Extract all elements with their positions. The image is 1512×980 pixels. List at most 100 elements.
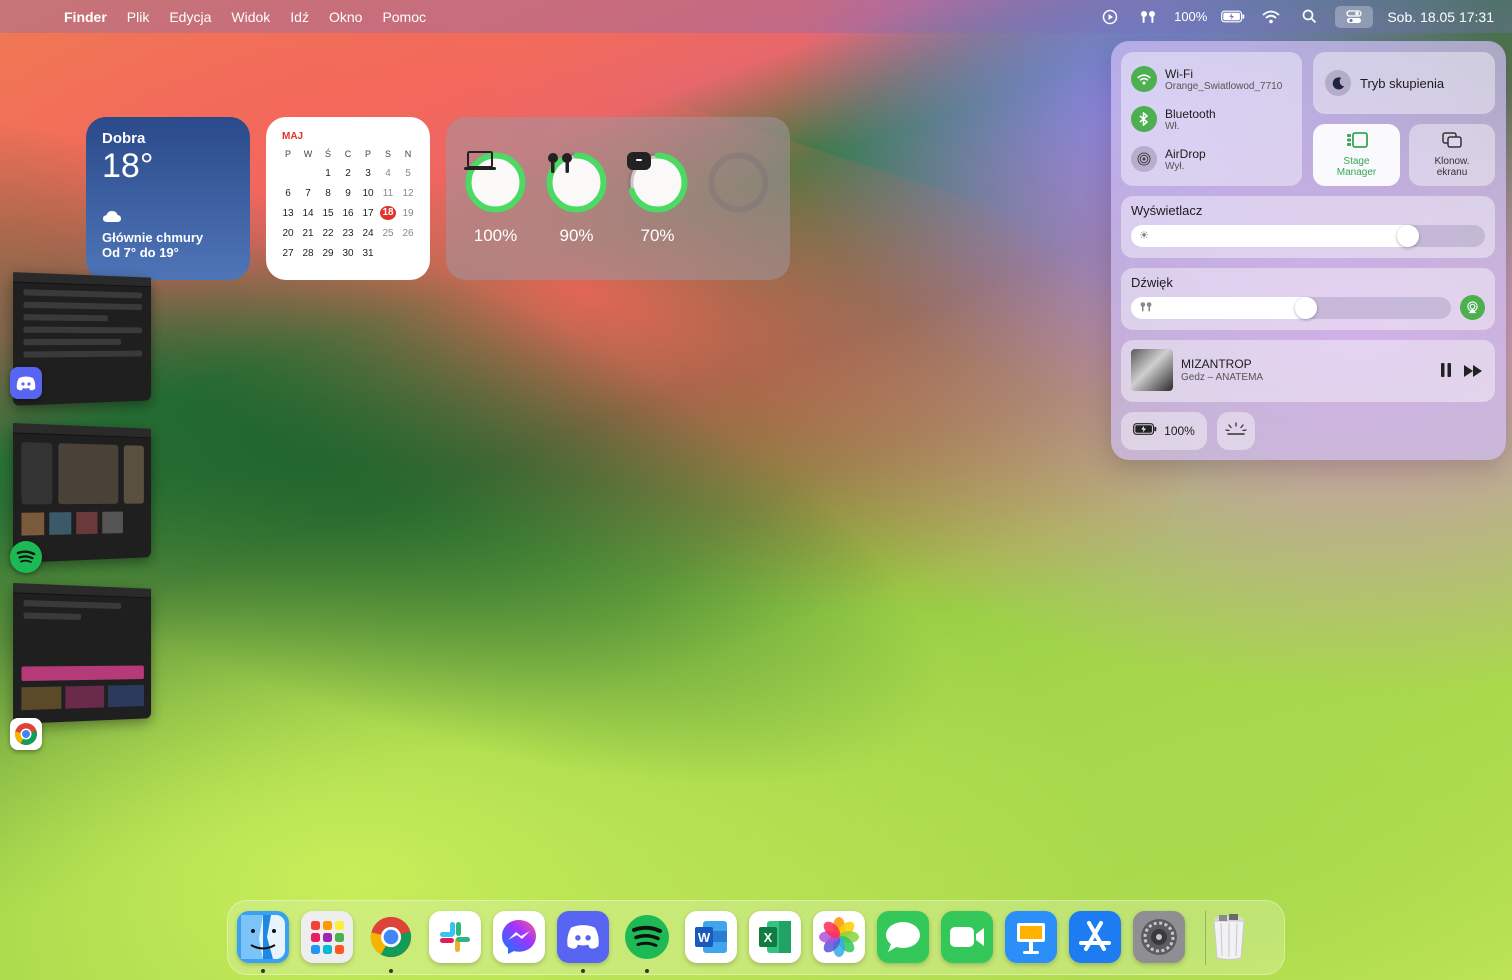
discord-icon[interactable] xyxy=(557,911,609,963)
launchpad-icon[interactable] xyxy=(301,911,353,963)
calendar-day: 14 xyxy=(298,207,318,221)
battery-percent-airpods: 90% xyxy=(559,226,593,246)
calendar-day: 4 xyxy=(378,167,398,181)
calendar-day: 17 xyxy=(358,207,378,221)
calendar-day xyxy=(378,247,398,261)
battery-percent: 100% xyxy=(1174,9,1207,24)
photos-icon[interactable] xyxy=(813,911,865,963)
messenger-icon[interactable] xyxy=(493,911,545,963)
brightness-slider-knob[interactable] xyxy=(1397,225,1419,247)
battery-item-case: 70% xyxy=(626,151,689,246)
spotify-icon[interactable] xyxy=(621,911,673,963)
wifi-title: Wi-Fi xyxy=(1165,67,1282,81)
calendar-day: 3 xyxy=(358,167,378,181)
calendar-day: 20 xyxy=(278,227,298,241)
menu-edit[interactable]: Edycja xyxy=(159,9,221,25)
wifi-icon xyxy=(1131,66,1157,92)
calendar-day: 19 xyxy=(398,207,418,221)
bluetooth-toggle[interactable]: Bluetooth Wł. xyxy=(1131,106,1216,132)
calendar-day: 11 xyxy=(378,187,398,201)
calendar-day: 23 xyxy=(338,227,358,241)
airpods-icon[interactable] xyxy=(1136,6,1160,28)
calendar-day: 12 xyxy=(398,187,418,201)
airplay-audio-button[interactable] xyxy=(1460,295,1485,320)
keyboard-brightness-tile[interactable] xyxy=(1217,412,1255,450)
screen-mirroring-toggle[interactable]: Klonow. ekranu xyxy=(1409,124,1495,186)
menu-go[interactable]: Idź xyxy=(280,9,319,25)
calendar-day: 26 xyxy=(398,227,418,241)
settings-icon[interactable] xyxy=(1133,911,1185,963)
next-track-icon[interactable] xyxy=(1464,364,1482,382)
album-art xyxy=(1131,349,1173,391)
calendar-day: 9 xyxy=(338,187,358,201)
stage-window-chrome[interactable] xyxy=(13,583,151,724)
calendar-weekday: Ś xyxy=(318,147,338,161)
sound-tile: Dźwięk xyxy=(1121,268,1495,330)
weather-temperature: 18° xyxy=(102,147,234,185)
battery-tile-percent: 100% xyxy=(1164,424,1195,438)
facetime-icon[interactable] xyxy=(941,911,993,963)
play-circle-icon[interactable] xyxy=(1098,6,1122,28)
calendar-day: 29 xyxy=(318,247,338,261)
slack-icon[interactable] xyxy=(429,911,481,963)
chrome-icon[interactable] xyxy=(365,911,417,963)
track-title: MIZANTROP xyxy=(1181,357,1252,371)
weather-city: Dobra xyxy=(102,130,234,147)
moon-icon xyxy=(1325,70,1351,96)
battery-icon[interactable] xyxy=(1221,6,1245,28)
dock-running-indicator xyxy=(581,969,585,973)
menubar-clock[interactable]: Sob. 18.05 17:31 xyxy=(1387,9,1494,25)
focus-tile[interactable]: Tryb skupienia xyxy=(1313,52,1495,114)
chrome-icon[interactable] xyxy=(10,718,42,750)
calendar-day: 27 xyxy=(278,247,298,261)
menu-finder[interactable]: Finder xyxy=(54,9,117,25)
app-store-icon[interactable] xyxy=(1069,911,1121,963)
calendar-weekday: S xyxy=(378,147,398,161)
calendar-day: 24 xyxy=(358,227,378,241)
calendar-day: 16 xyxy=(338,207,358,221)
word-icon[interactable]: W xyxy=(685,911,737,963)
focus-label: Tryb skupienia xyxy=(1360,76,1444,91)
menu-help[interactable]: Pomoc xyxy=(372,9,436,25)
wifi-toggle[interactable]: Wi-Fi Orange_Swiatlowod_7710 xyxy=(1131,66,1282,92)
calendar-day: 13 xyxy=(278,207,298,221)
menu-file[interactable]: Plik xyxy=(117,9,160,25)
stage-manager-toggle[interactable]: Stage Manager xyxy=(1313,124,1400,186)
battery-ring xyxy=(545,151,608,212)
keynote-icon[interactable] xyxy=(1005,911,1057,963)
weather-widget[interactable]: Dobra 18° Głównie chmury Od 7° do 19° xyxy=(86,117,250,280)
batteries-widget[interactable]: 100% 90% 70% xyxy=(446,117,790,280)
airdrop-icon xyxy=(1131,146,1157,172)
wifi-icon[interactable] xyxy=(1259,6,1283,28)
menu-window[interactable]: Okno xyxy=(319,9,372,25)
calendar-day: 21 xyxy=(298,227,318,241)
now-playing-tile[interactable]: MIZANTROP Gedz – ANATEMA xyxy=(1121,340,1495,402)
calendar-widget[interactable]: MAJ P W Ś C P S N 1 2 3 4 5 6 7 8 9 10 11 12 13 14 15 1… xyxy=(266,117,430,280)
dock-running-indicator xyxy=(389,969,393,973)
finder-icon[interactable] xyxy=(237,911,289,963)
calendar-month: MAJ xyxy=(282,131,418,142)
spotify-icon[interactable] xyxy=(10,541,42,573)
airdrop-toggle[interactable]: AirDrop Wył. xyxy=(1131,146,1206,172)
calendar-weekday: P xyxy=(358,147,378,161)
messages-icon[interactable] xyxy=(877,911,929,963)
menu-view[interactable]: Widok xyxy=(221,9,280,25)
dock: WX xyxy=(227,900,1285,975)
screen-mirroring-label: Klonow. ekranu xyxy=(1427,156,1477,178)
brightness-slider[interactable]: ☀ xyxy=(1131,225,1485,247)
airdrop-title: AirDrop xyxy=(1165,147,1206,161)
trash-icon[interactable] xyxy=(1203,911,1255,963)
volume-slider-knob[interactable] xyxy=(1295,297,1317,319)
calendar-day: 2 xyxy=(338,167,358,181)
battery-tile[interactable]: 100% xyxy=(1121,412,1207,450)
weather-condition: Głównie chmury xyxy=(102,230,234,245)
search-icon[interactable] xyxy=(1297,6,1321,28)
discord-icon[interactable] xyxy=(10,367,42,399)
control-center-icon[interactable] xyxy=(1335,6,1373,28)
connectivity-tile: Wi-Fi Orange_Swiatlowod_7710 Bluetooth W… xyxy=(1121,52,1302,186)
bluetooth-icon xyxy=(1131,106,1157,132)
battery-ring xyxy=(707,151,770,214)
excel-icon[interactable]: X xyxy=(749,911,801,963)
volume-slider[interactable] xyxy=(1131,297,1451,319)
pause-icon[interactable] xyxy=(1441,363,1451,382)
